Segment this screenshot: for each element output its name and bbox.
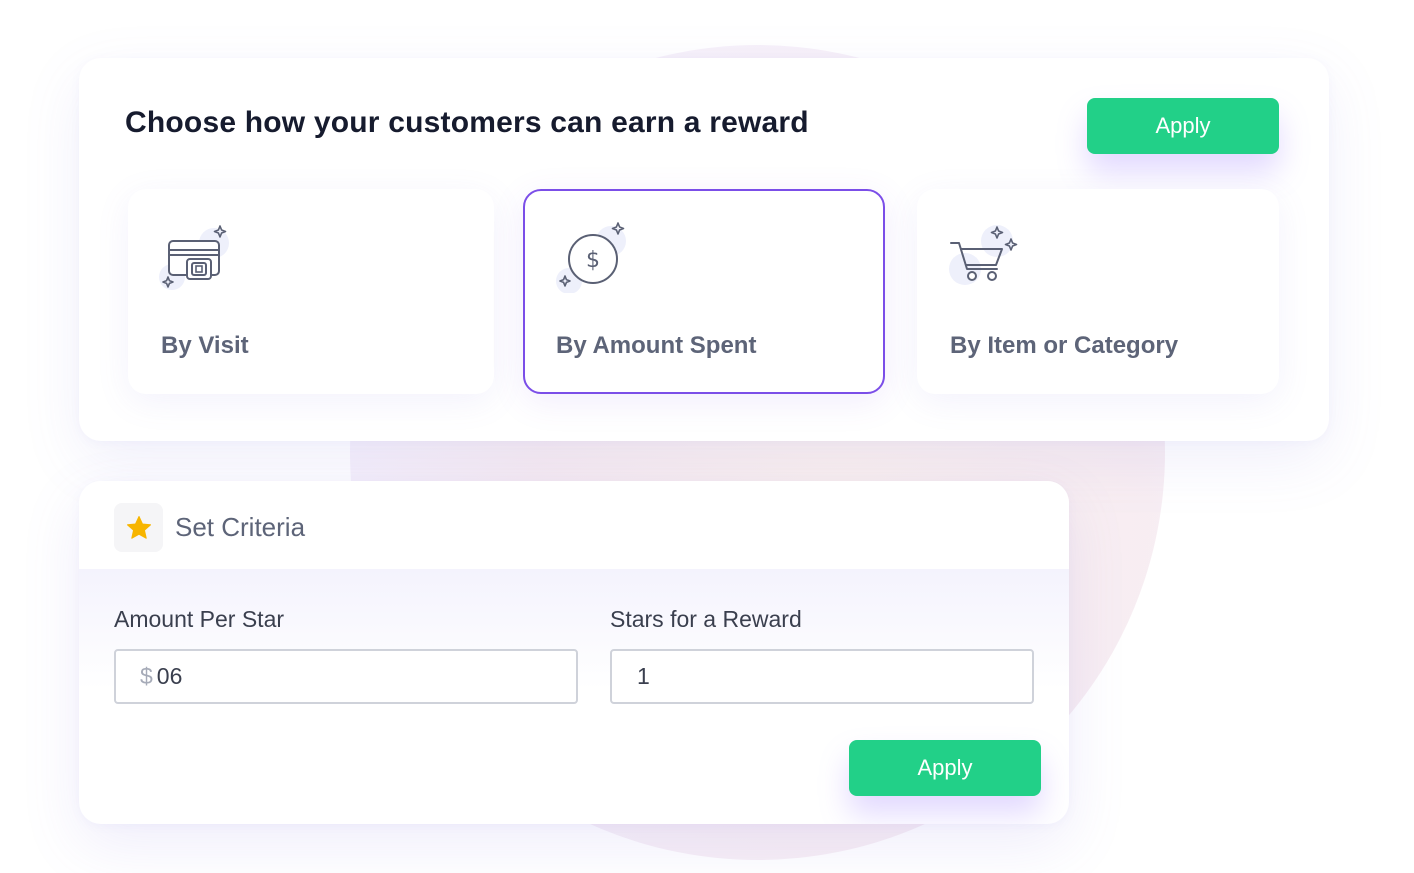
- star-icon: [126, 515, 151, 539]
- shopping-cart-icon: [949, 225, 1018, 285]
- option-label: By Visit: [161, 332, 249, 359]
- apply-criteria-button[interactable]: Apply: [849, 740, 1041, 796]
- amount-per-star-value: 06: [156, 663, 183, 689]
- stars-for-reward-label: Stars for a Reward: [610, 606, 802, 632]
- option-by-visit[interactable]: By Visit: [128, 189, 494, 394]
- option-by-item-or-category[interactable]: By Item or Category: [917, 189, 1279, 394]
- apply-method-button[interactable]: Apply: [1087, 98, 1279, 154]
- svg-text:$: $: [586, 248, 600, 273]
- criteria-title: Set Criteria: [175, 512, 306, 542]
- currency-symbol: $: [140, 663, 153, 689]
- stars-for-reward-value: 1: [637, 663, 650, 689]
- reward-settings-view: Choose how your customers can earn a rew…: [0, 0, 1414, 873]
- criteria-panel: Set Criteria Amount Per Star $ 06 Stars …: [79, 481, 1069, 824]
- amount-per-star-input[interactable]: $ 06: [114, 649, 578, 704]
- panel-title: Choose how your customers can earn a rew…: [125, 106, 809, 139]
- criteria-header: Set Criteria: [79, 481, 1069, 569]
- credit-card-icon: [159, 225, 229, 290]
- amount-per-star-label: Amount Per Star: [114, 606, 285, 632]
- reward-method-panel: Choose how your customers can earn a rew…: [79, 58, 1329, 441]
- dollar-coin-icon: $: [556, 222, 626, 293]
- option-label: By Amount Spent: [556, 332, 757, 359]
- option-label: By Item or Category: [950, 332, 1179, 359]
- stars-for-reward-input[interactable]: 1: [610, 649, 1034, 704]
- option-by-amount-spent[interactable]: $ By Amount Spent: [523, 189, 885, 394]
- star-badge: [114, 503, 163, 552]
